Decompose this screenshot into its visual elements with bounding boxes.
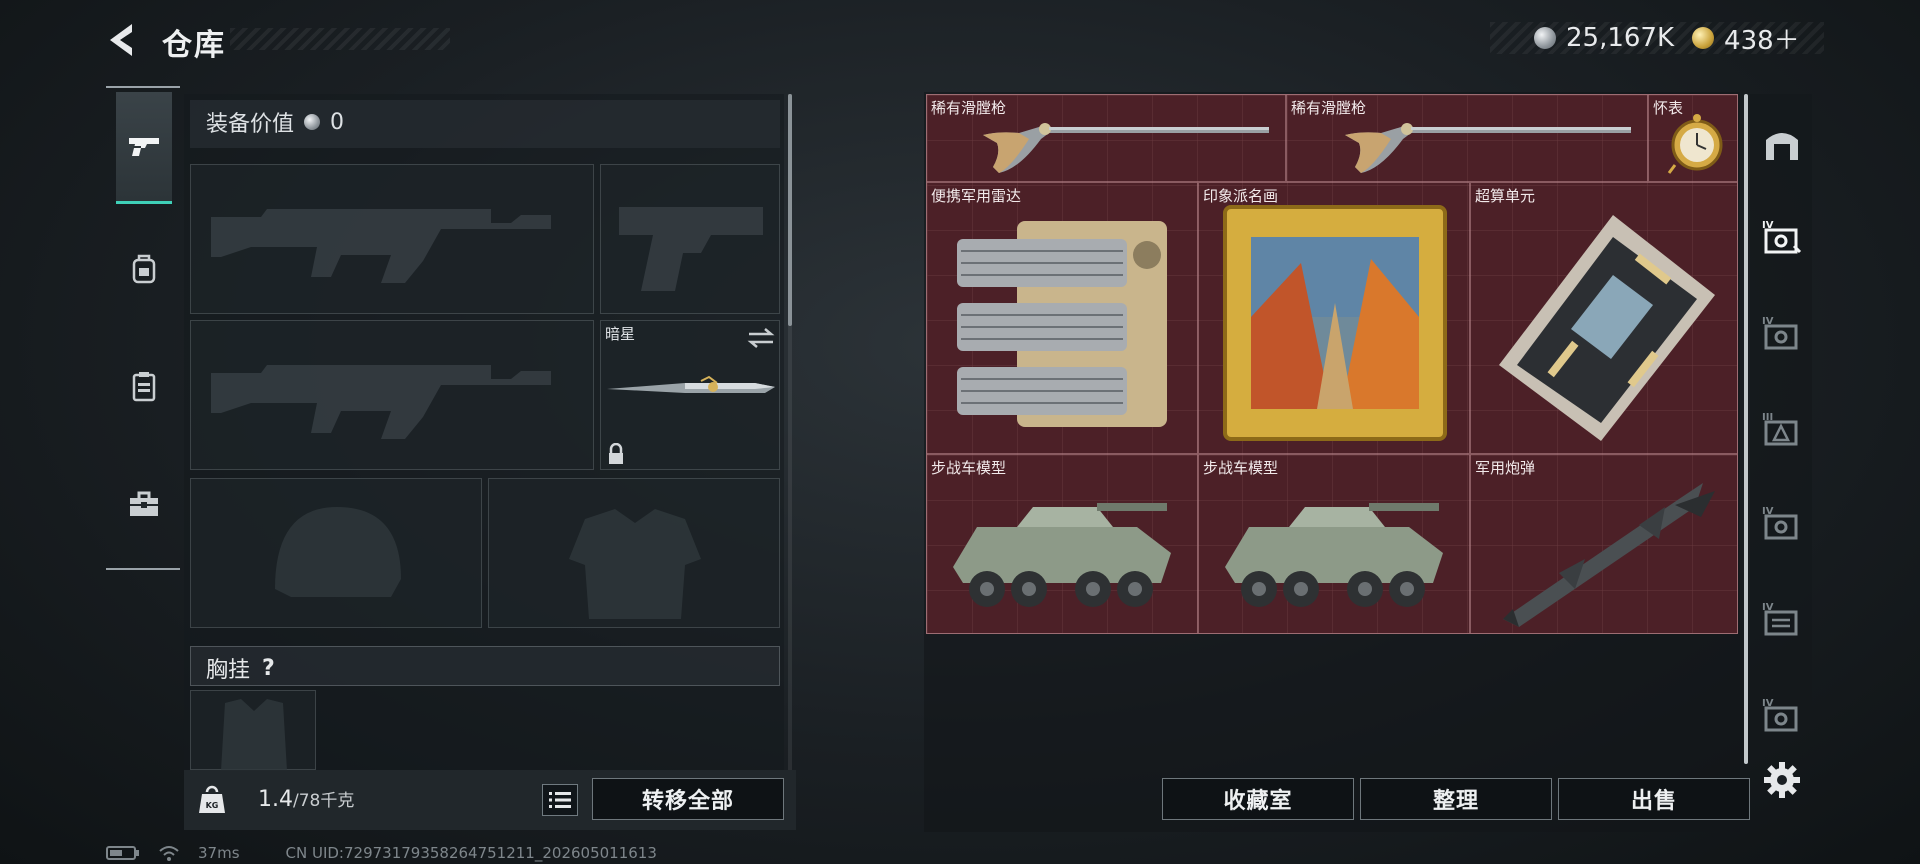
storage-tab-1[interactable]: IV — [1760, 214, 1804, 258]
title-decoration — [230, 28, 450, 50]
category-rail — [106, 86, 180, 570]
storage-box-icon: IV — [1762, 316, 1798, 350]
equipment-value: 0 — [330, 109, 345, 135]
storage-tab-4[interactable]: IV — [1760, 500, 1804, 544]
gold-currency-amount[interactable]: 438＋ — [1724, 20, 1800, 57]
ifv-model-icon — [1225, 503, 1443, 607]
primary-weapon-slot-1[interactable] — [190, 164, 594, 314]
ping-value: 37ms — [198, 844, 240, 862]
missile-icon — [1503, 483, 1715, 627]
helmet-silhouette-icon — [275, 507, 401, 597]
melee-item-name: 暗星 — [605, 325, 636, 343]
storage-box-icon: IV — [1762, 698, 1798, 732]
list-view-button[interactable] — [542, 784, 578, 816]
tab-backpack[interactable] — [116, 212, 172, 324]
page-title: 仓库 — [162, 28, 226, 63]
list-icon — [549, 792, 571, 808]
storage-tab-6[interactable]: IV — [1760, 692, 1804, 736]
gold-coin-icon — [1692, 27, 1715, 49]
storage-item-musket-2[interactable]: 稀有滑膛枪 — [1286, 94, 1648, 182]
rifle-silhouette-icon — [211, 365, 551, 439]
storage-warning-icon: III — [1762, 412, 1798, 446]
current-weight: 1.4 — [258, 787, 293, 812]
silver-currency-amount: 25,167K — [1566, 23, 1675, 53]
storage-scrollbar[interactable] — [1744, 94, 1748, 764]
tab-armor[interactable] — [116, 330, 172, 442]
storage-tab-5[interactable]: IV — [1760, 596, 1804, 640]
chest-rig-silhouette-icon — [221, 699, 287, 771]
organize-button[interactable]: 整理 — [1360, 778, 1552, 820]
battery-icon — [106, 846, 139, 860]
storage-item-portable-radar[interactable]: 便携军用雷达 — [926, 182, 1198, 454]
weight-limit: /78千克 — [293, 791, 355, 811]
ifv-model-icon — [953, 503, 1171, 607]
equipment-scrollbar[interactable] — [788, 94, 792, 326]
pistol-silhouette-icon — [619, 207, 763, 291]
melee-slot[interactable]: 暗星 — [600, 320, 780, 470]
equipment-value-label: 装备价值 — [206, 112, 295, 137]
storage-box-icon: IV — [1762, 220, 1802, 254]
item-name: 超算单元 — [1475, 187, 1536, 205]
currency-bar: 25,167K 438＋ — [1490, 20, 1824, 57]
sell-button[interactable]: 出售 — [1558, 778, 1750, 820]
uid-text: CN UID:7297317935826475121​1_20260501161… — [285, 844, 657, 862]
storage-box-icon: IV — [1762, 506, 1798, 540]
silver-coin-icon — [1534, 27, 1556, 49]
rifle-silhouette-icon — [211, 209, 551, 283]
storage-item-ifv-model-1[interactable]: 步战车模型 — [926, 454, 1198, 634]
equipment-value-row: 装备价值 0 — [206, 106, 344, 138]
silver-coin-icon — [304, 114, 321, 130]
chest-rig-label: 胸挂 — [206, 658, 251, 683]
chest-rig-slot[interactable] — [190, 690, 316, 771]
storage-home-tab[interactable] — [1760, 122, 1804, 166]
armor-slot[interactable] — [488, 478, 780, 628]
chest-rig-row: 胸挂 ? — [206, 652, 275, 684]
storage-item-supercomputing-unit[interactable]: 超算单元 — [1470, 182, 1738, 454]
knife-icon — [607, 375, 775, 393]
help-icon[interactable]: ? — [262, 656, 275, 681]
item-name: 步战车模型 — [1203, 459, 1279, 477]
weight-readout: 1.4/78千克 — [258, 786, 354, 812]
painting-icon — [1223, 205, 1447, 441]
tab-weapons[interactable] — [116, 92, 172, 204]
musket-icon — [1345, 123, 1631, 173]
warehouse-icon — [1766, 133, 1798, 160]
pistol-icon — [129, 137, 159, 156]
radar-icon — [957, 221, 1167, 427]
settings-button[interactable] — [1762, 760, 1802, 800]
svg-text:KG: KG — [206, 801, 219, 810]
weight-icon: KG — [199, 785, 225, 813]
helmet-slot[interactable] — [190, 478, 482, 628]
item-name: 便携军用雷达 — [931, 187, 1022, 205]
swap-icon[interactable] — [747, 327, 775, 349]
back-button[interactable] — [104, 20, 144, 60]
sidearm-slot[interactable] — [600, 164, 780, 314]
status-bar: 37ms CN UID:7297317935826475121​1_202605… — [106, 844, 657, 862]
armor-vest-icon — [132, 372, 156, 402]
tab-toolbox[interactable] — [116, 448, 172, 560]
pocket-watch-icon — [1667, 114, 1723, 174]
storage-folder-icon: IV — [1762, 602, 1798, 636]
toolbox-icon — [130, 491, 158, 516]
back-arrow-icon — [110, 24, 132, 56]
lock-icon — [609, 443, 623, 464]
transfer-all-button[interactable]: 转移全部 — [592, 778, 784, 820]
collection-room-button[interactable]: 收藏室 — [1162, 778, 1354, 820]
vest-silhouette-icon — [569, 509, 701, 619]
storage-tab-3[interactable]: III — [1760, 406, 1804, 450]
storage-item-pocket-watch[interactable]: 怀表 — [1648, 94, 1738, 182]
storage-item-military-shell[interactable]: 军用炮弹 — [1470, 454, 1738, 634]
chest-rig-header — [190, 646, 780, 686]
storage-item-musket-1[interactable]: 稀有滑膛枪 — [926, 94, 1286, 182]
storage-tab-2[interactable]: IV — [1760, 310, 1804, 354]
wifi-icon — [159, 846, 179, 861]
storage-item-ifv-model-2[interactable]: 步战车模型 — [1198, 454, 1470, 634]
storage-item-impressionist-painting[interactable]: 印象派名画 — [1198, 182, 1470, 454]
gear-icon — [1764, 762, 1800, 798]
item-name: 步战车模型 — [931, 459, 1007, 477]
musket-icon — [983, 123, 1269, 173]
backpack-icon — [132, 254, 156, 284]
computing-unit-icon — [1499, 215, 1715, 441]
primary-weapon-slot-2[interactable] — [190, 320, 594, 470]
